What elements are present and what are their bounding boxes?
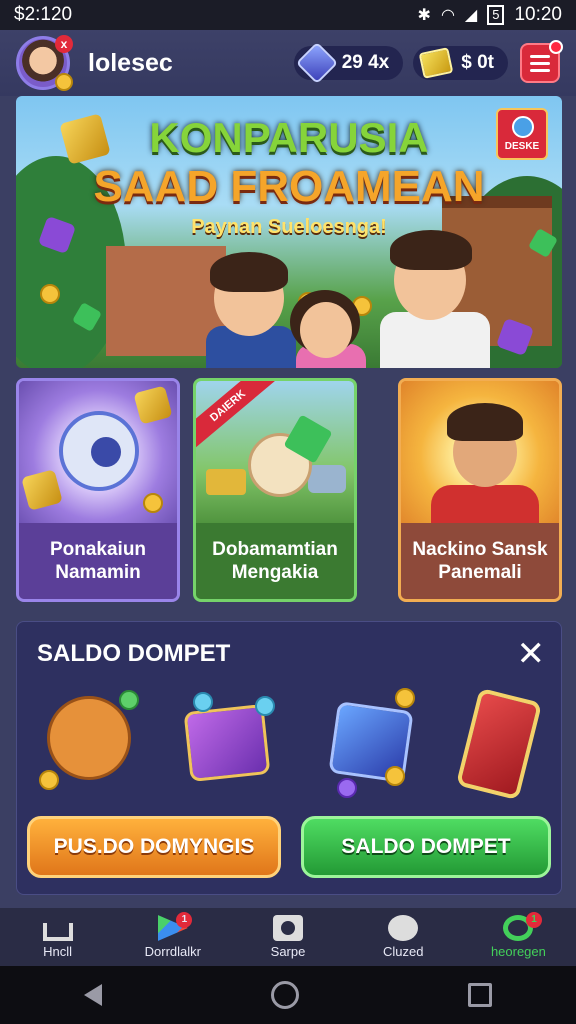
- banner-badge-label: DESKE: [504, 141, 540, 152]
- nav-item-chat[interactable]: Cluzed: [346, 908, 461, 966]
- status-left-text: $2:120: [14, 4, 73, 25]
- top-bar: x lolesec 29 4x $ 0t: [0, 30, 576, 96]
- game-title: Mengakia: [231, 562, 319, 583]
- gold-value: $ 0t: [461, 52, 494, 73]
- signal-icon: ◢: [464, 7, 478, 24]
- game-card-art: [19, 381, 177, 529]
- nav-label: Dorrdlalkr: [144, 944, 201, 959]
- green-coin-icon: [119, 690, 139, 710]
- wallet-item-cube[interactable]: [321, 686, 421, 798]
- gems-value: 29 4x: [341, 52, 390, 73]
- notification-badge: 1: [176, 912, 193, 928]
- chat-icon: [388, 915, 419, 941]
- nav-label: heoregen: [490, 944, 546, 959]
- coin-icon: [55, 73, 73, 91]
- avatar[interactable]: x: [16, 35, 73, 91]
- system-navigation: [0, 966, 576, 1024]
- gold-counter[interactable]: $ 0t: [413, 46, 508, 80]
- wallet-title: SALDO DOMPET: [37, 640, 231, 667]
- character-hair: [447, 403, 523, 441]
- menu-icon-line: [530, 61, 550, 65]
- game-card[interactable]: Ponakaiun Namamin: [16, 378, 180, 602]
- car-icon: [308, 465, 346, 493]
- ball-icon: [512, 116, 534, 138]
- wallet-item-fox[interactable]: [39, 686, 139, 796]
- banner-badge[interactable]: DESKE: [496, 108, 548, 160]
- game-title: Ponakaiun: [49, 539, 147, 560]
- nav-label: Sarpe: [270, 944, 306, 959]
- status-bar: $2:120 ✱ ◠ ◢ 5 10:20: [0, 0, 576, 30]
- blue-coin-icon: [255, 696, 275, 716]
- coin-icon: [40, 284, 60, 304]
- coin-icon: [395, 688, 415, 708]
- home-circle-icon[interactable]: [270, 981, 299, 1009]
- banner-title-line1: KONPARUSIA: [149, 114, 429, 161]
- battery-icon: 5: [487, 5, 505, 25]
- wallet-panel: SALDO DOMPET ✕ PUS.DO DOMYNGIS SALDO DOM…: [16, 621, 562, 895]
- robot-icon: [59, 411, 139, 491]
- notification-badge: 1: [526, 912, 543, 928]
- fox-icon: [47, 696, 131, 780]
- gems-counter[interactable]: 29 4x: [293, 41, 404, 85]
- gift-box-icon: [183, 704, 271, 782]
- banner-title-line2: SAAD FROAMEAN: [93, 162, 485, 211]
- game-title: Nackino Sansk: [412, 539, 548, 560]
- nav-item-downloads[interactable]: 1 Dorrdlalkr: [115, 908, 230, 966]
- menu-button[interactable]: [520, 40, 563, 83]
- notification-dot: [549, 40, 563, 54]
- game-title: Namamin: [55, 562, 141, 583]
- gold-cube-icon: [133, 385, 173, 425]
- game-card-art: [401, 381, 559, 531]
- gem-icon: [295, 41, 338, 85]
- coin-icon: [385, 766, 405, 786]
- back-icon[interactable]: [84, 984, 103, 1006]
- bottom-navigation: Hncll 1 Dorrdlalkr Sarpe Cluzed 1 heoreg…: [0, 908, 576, 966]
- wallet-balance-button[interactable]: SALDO DOMPET: [301, 816, 551, 878]
- close-icon[interactable]: ✕: [517, 634, 546, 674]
- avatar-close-badge: x: [55, 35, 73, 53]
- game-card[interactable]: DAIERK Dobamamtian Mengakia: [193, 378, 357, 602]
- gold-icon: [418, 47, 454, 79]
- game-title: Dobamamtian: [212, 539, 338, 560]
- nav-item-home[interactable]: Hncll: [0, 908, 115, 966]
- nav-label: Cluzed: [382, 944, 424, 959]
- recent-apps-icon[interactable]: [467, 983, 492, 1007]
- wifi-icon: ◠: [440, 7, 455, 24]
- wallet-action-left-button[interactable]: PUS.DO DOMYNGIS: [27, 816, 281, 878]
- gold-cube-icon: [21, 469, 63, 511]
- wallet-item-phone[interactable]: [447, 686, 547, 801]
- game-card[interactable]: Nackino Sansk Panemali: [398, 378, 562, 602]
- camera-icon: [273, 915, 303, 941]
- game-title: Panemali: [438, 562, 522, 583]
- status-time: 10:20: [514, 4, 562, 25]
- promo-banner[interactable]: KONPARUSIA SAAD FROAMEAN Paynan Sueloesn…: [16, 96, 562, 368]
- home-icon: [42, 923, 73, 941]
- coin-icon: [39, 770, 59, 790]
- purple-coin-icon: [337, 778, 357, 798]
- username: lolesec: [88, 48, 173, 77]
- menu-icon-line: [530, 54, 550, 58]
- blue-coin-icon: [193, 692, 213, 712]
- bluetooth-icon: ✱: [417, 7, 431, 24]
- nav-item-link[interactable]: 1 heoregen: [461, 908, 576, 966]
- coin-icon: [143, 493, 163, 513]
- phone-icon: [455, 687, 543, 801]
- nav-item-camera[interactable]: Sarpe: [230, 908, 345, 966]
- nav-label: Hncll: [43, 944, 73, 959]
- wallet-item-box[interactable]: [177, 686, 277, 796]
- menu-icon-line: [530, 68, 550, 72]
- truck-icon: [206, 469, 246, 495]
- banner-subtitle: Paynan Sueloesnga!: [191, 216, 387, 238]
